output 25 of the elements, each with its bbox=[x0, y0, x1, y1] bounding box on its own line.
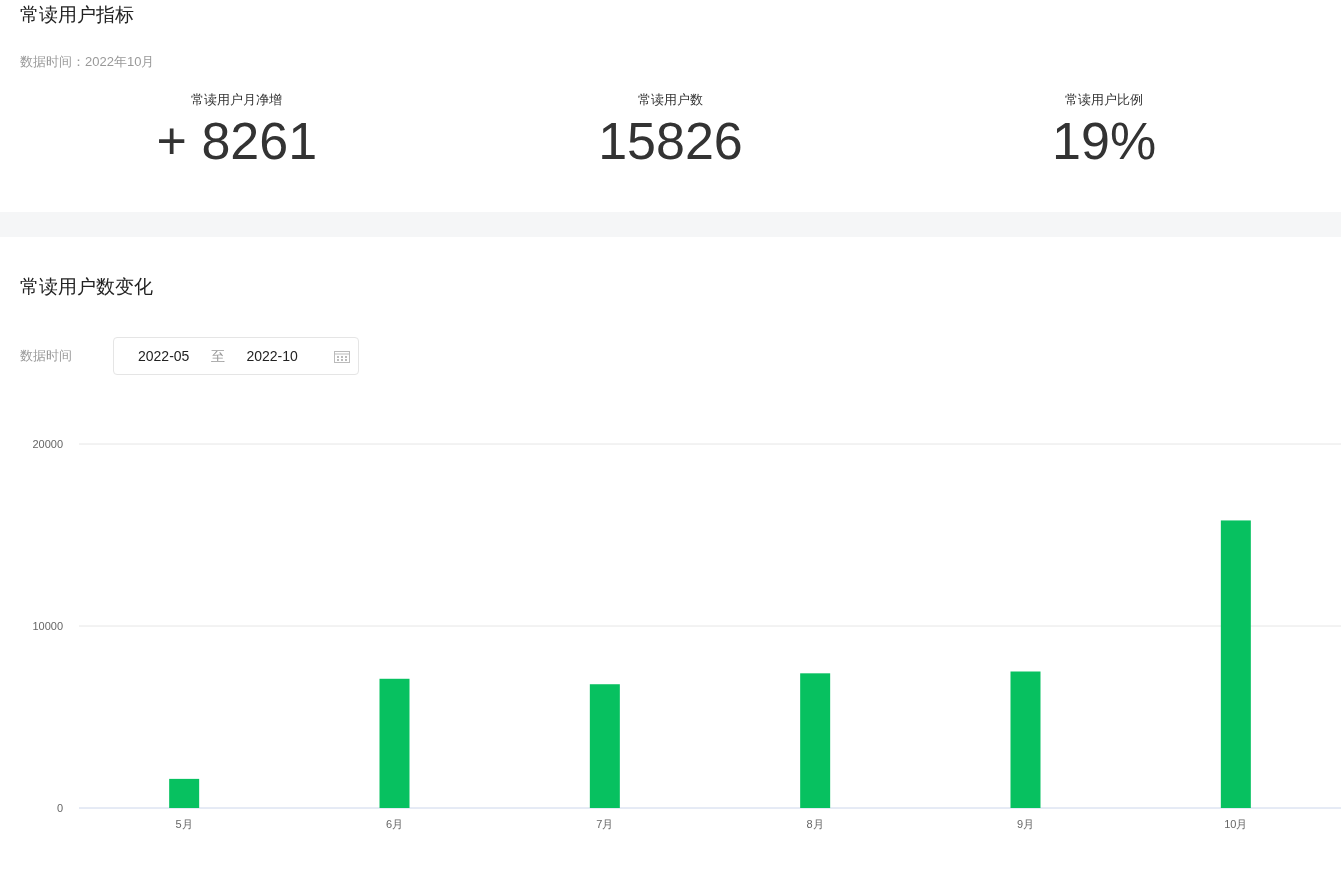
metric-value: + 8261 bbox=[156, 111, 318, 171]
date-range-picker[interactable]: 2022-05 至 2022-10 bbox=[113, 337, 359, 375]
y-tick-label: 20000 bbox=[32, 438, 63, 450]
metric-value: 15826 bbox=[598, 111, 743, 171]
bar bbox=[169, 778, 200, 808]
range-separator: 至 bbox=[211, 346, 226, 366]
metric-value: 19% bbox=[1052, 111, 1157, 171]
calendar-icon bbox=[334, 349, 350, 363]
metric-label: 常读用户比例 bbox=[1065, 90, 1144, 109]
x-tick-label: 6月 bbox=[385, 818, 404, 830]
y-tick-label: 0 bbox=[56, 802, 63, 814]
filter-label: 数据时间 bbox=[20, 347, 73, 366]
start-date: 2022-05 bbox=[138, 346, 190, 366]
end-date: 2022-10 bbox=[246, 346, 298, 366]
x-tick-label: 9月 bbox=[1016, 818, 1035, 830]
section-title: 常读用户指标 bbox=[20, 4, 134, 26]
x-tick-label: 10月 bbox=[1224, 818, 1248, 830]
metric-label: 常读用户月净增 bbox=[191, 90, 283, 109]
x-tick-label: 8月 bbox=[806, 818, 824, 830]
section-title: 常读用户数变化 bbox=[20, 275, 153, 299]
metric-label: 常读用户数 bbox=[638, 90, 703, 109]
x-tick-label: 7月 bbox=[596, 818, 614, 830]
data-time: 数据时间：2022年10月 bbox=[20, 53, 155, 71]
y-tick-label: 10000 bbox=[32, 620, 63, 632]
x-tick-label: 5月 bbox=[175, 818, 193, 830]
